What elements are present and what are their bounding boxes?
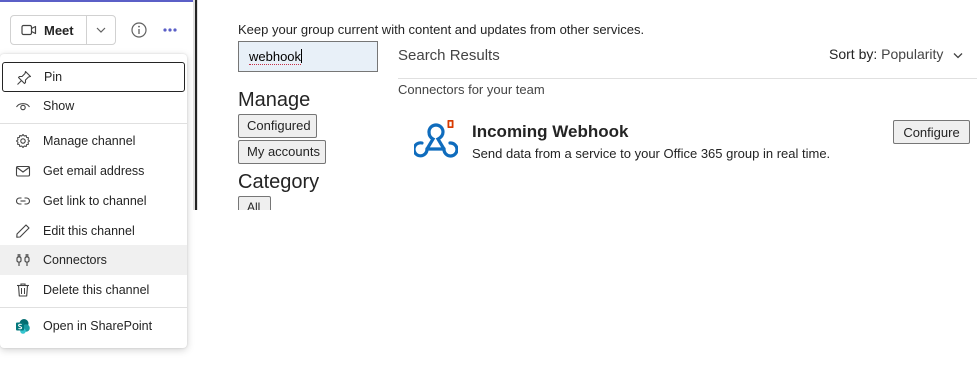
panel-divider-line [195,0,197,210]
menu-separator [0,307,187,308]
info-icon[interactable] [130,21,148,39]
connector-name: Incoming Webhook [472,122,629,141]
more-options-icon[interactable] [160,21,180,39]
menu-item-label: Delete this channel [43,283,150,297]
menu-separator [0,123,187,124]
link-icon [16,197,30,205]
trash-icon [17,283,29,297]
meet-label: Meet [44,22,74,38]
mail-icon [15,165,31,177]
chevron-down-icon [953,53,963,59]
pencil-icon [16,224,30,238]
sort-by-dropdown[interactable]: Sort by: Popularity [829,46,963,62]
menu-item-label: Edit this channel [43,224,135,238]
chevron-down-icon [96,27,106,33]
menu-item-edit-channel[interactable]: Edit this channel [0,216,187,246]
menu-item-open-sharepoint[interactable]: Open in SharePoint [0,311,187,341]
meet-button[interactable]: Meet [11,16,87,44]
connector-description: Send data from a service to your Office … [472,146,831,161]
connectors-intro-text: Keep your group current with content and… [238,22,645,37]
connector-search-input[interactable]: webhook [238,41,378,72]
search-results-title: Search Results [398,47,500,64]
category-heading: Category [238,171,320,193]
menu-item-manage-channel[interactable]: Manage channel [0,126,187,156]
menu-item-label: Show [43,99,75,113]
sort-by-value: Popularity [881,46,944,62]
video-camera-icon [21,24,37,36]
gear-icon [16,134,30,148]
results-divider [398,78,977,79]
eye-icon [16,103,30,111]
channel-context-menu: Pin Show Manage channel Get email addres… [0,54,187,348]
webhook-icon [414,119,458,158]
menu-item-get-link[interactable]: Get link to channel [0,186,187,216]
menu-item-label: Pin [44,70,63,84]
meet-split-button: Meet [10,15,116,45]
menu-item-get-email-address[interactable]: Get email address [0,156,187,186]
accent-strip [0,0,193,2]
channel-panel: Meet Pin Show Manage channel Get email a… [0,0,195,357]
sharepoint-icon [16,319,30,334]
configured-button[interactable]: Configured [238,114,317,138]
menu-item-show[interactable]: Show [0,91,187,121]
menu-item-label: Open in SharePoint [43,319,153,333]
menu-item-label: Get email address [43,164,145,178]
configure-button[interactable]: Configure [893,120,970,144]
connectors-section-title: Connectors for your team [398,82,545,97]
menu-item-delete-channel[interactable]: Delete this channel [0,275,187,305]
search-value: webhook [249,49,302,65]
category-all-button[interactable]: All [238,196,271,210]
pin-icon [17,70,32,85]
menu-item-label: Manage channel [43,134,136,148]
connector-icon [16,254,30,266]
meet-dropdown-button[interactable] [87,16,115,44]
my-accounts-button[interactable]: My accounts [238,140,326,164]
menu-item-label: Connectors [43,253,107,267]
menu-item-pin[interactable]: Pin [2,62,185,92]
category-all-clip: All [238,196,271,210]
menu-item-connectors[interactable]: Connectors [0,245,187,275]
manage-heading: Manage [238,89,311,111]
sort-by-label: Sort by: [829,46,878,62]
text-cursor [301,49,303,63]
menu-item-label: Get link to channel [43,194,147,208]
